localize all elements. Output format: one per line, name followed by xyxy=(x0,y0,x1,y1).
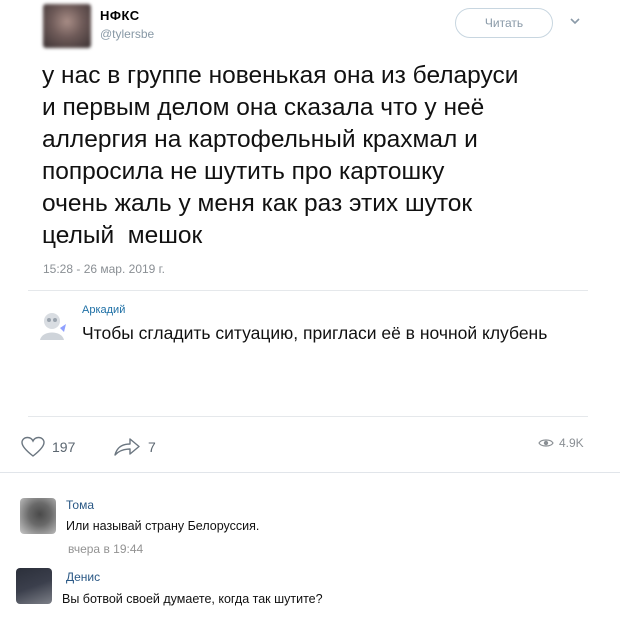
reply-author-name[interactable]: Аркадий xyxy=(82,304,125,316)
tweet-text-line: у нас в группе новенькая она из беларуси xyxy=(42,62,519,89)
tweet-text-line: очень жаль у меня как раз этих шуток xyxy=(42,190,473,217)
author-name[interactable]: НФКС xyxy=(100,8,140,23)
tweet-card: НФКС @tylersbe Читать у нас в группе нов… xyxy=(0,0,620,470)
separator xyxy=(28,416,588,417)
commenter-avatar[interactable] xyxy=(20,498,56,534)
author-avatar[interactable] xyxy=(43,4,91,48)
separator xyxy=(28,290,588,291)
comment-text: Или называй страну Белоруссия. xyxy=(66,519,260,533)
heart-icon[interactable] xyxy=(20,436,46,458)
reply-avatar[interactable] xyxy=(36,308,68,342)
tweet-text-line: попросила не шутить про картошку xyxy=(42,158,445,185)
comment-text: Вы ботвой своей думаете, когда так шутит… xyxy=(62,592,323,606)
commenter-name[interactable]: Денис xyxy=(66,570,100,584)
commenter-name[interactable]: Тома xyxy=(66,498,94,512)
divider xyxy=(0,472,620,473)
like-action[interactable]: 197 xyxy=(20,434,75,460)
author-handle[interactable]: @tylersbe xyxy=(100,27,154,41)
chevron-down-icon[interactable] xyxy=(568,14,582,28)
views-count: 4.9K xyxy=(559,436,584,450)
repost-action[interactable]: 7 xyxy=(112,434,156,460)
tweet-timestamp[interactable]: 15:28 - 26 мар. 2019 г. xyxy=(43,262,165,276)
like-count: 197 xyxy=(52,439,76,455)
share-arrow-icon[interactable] xyxy=(112,436,142,458)
commenter-avatar[interactable] xyxy=(16,568,52,604)
comment-time[interactable]: вчера в 19:44 xyxy=(68,542,143,556)
tweet-text: у нас в группе новенькая она из беларуси… xyxy=(42,60,582,252)
reply-text: Чтобы сгладить ситуацию, пригласи её в н… xyxy=(82,323,548,343)
tweet-text-line: и первым делом она сказала что у неё xyxy=(42,94,485,121)
tweet-text-line: целый мешок xyxy=(42,222,203,249)
tweet-text-line: аллергия на картофельный крахмал и xyxy=(42,126,478,153)
eye-icon xyxy=(538,439,554,447)
repost-count: 7 xyxy=(148,439,156,455)
follow-button[interactable]: Читать xyxy=(455,8,553,38)
views: 4.9K xyxy=(538,436,584,450)
